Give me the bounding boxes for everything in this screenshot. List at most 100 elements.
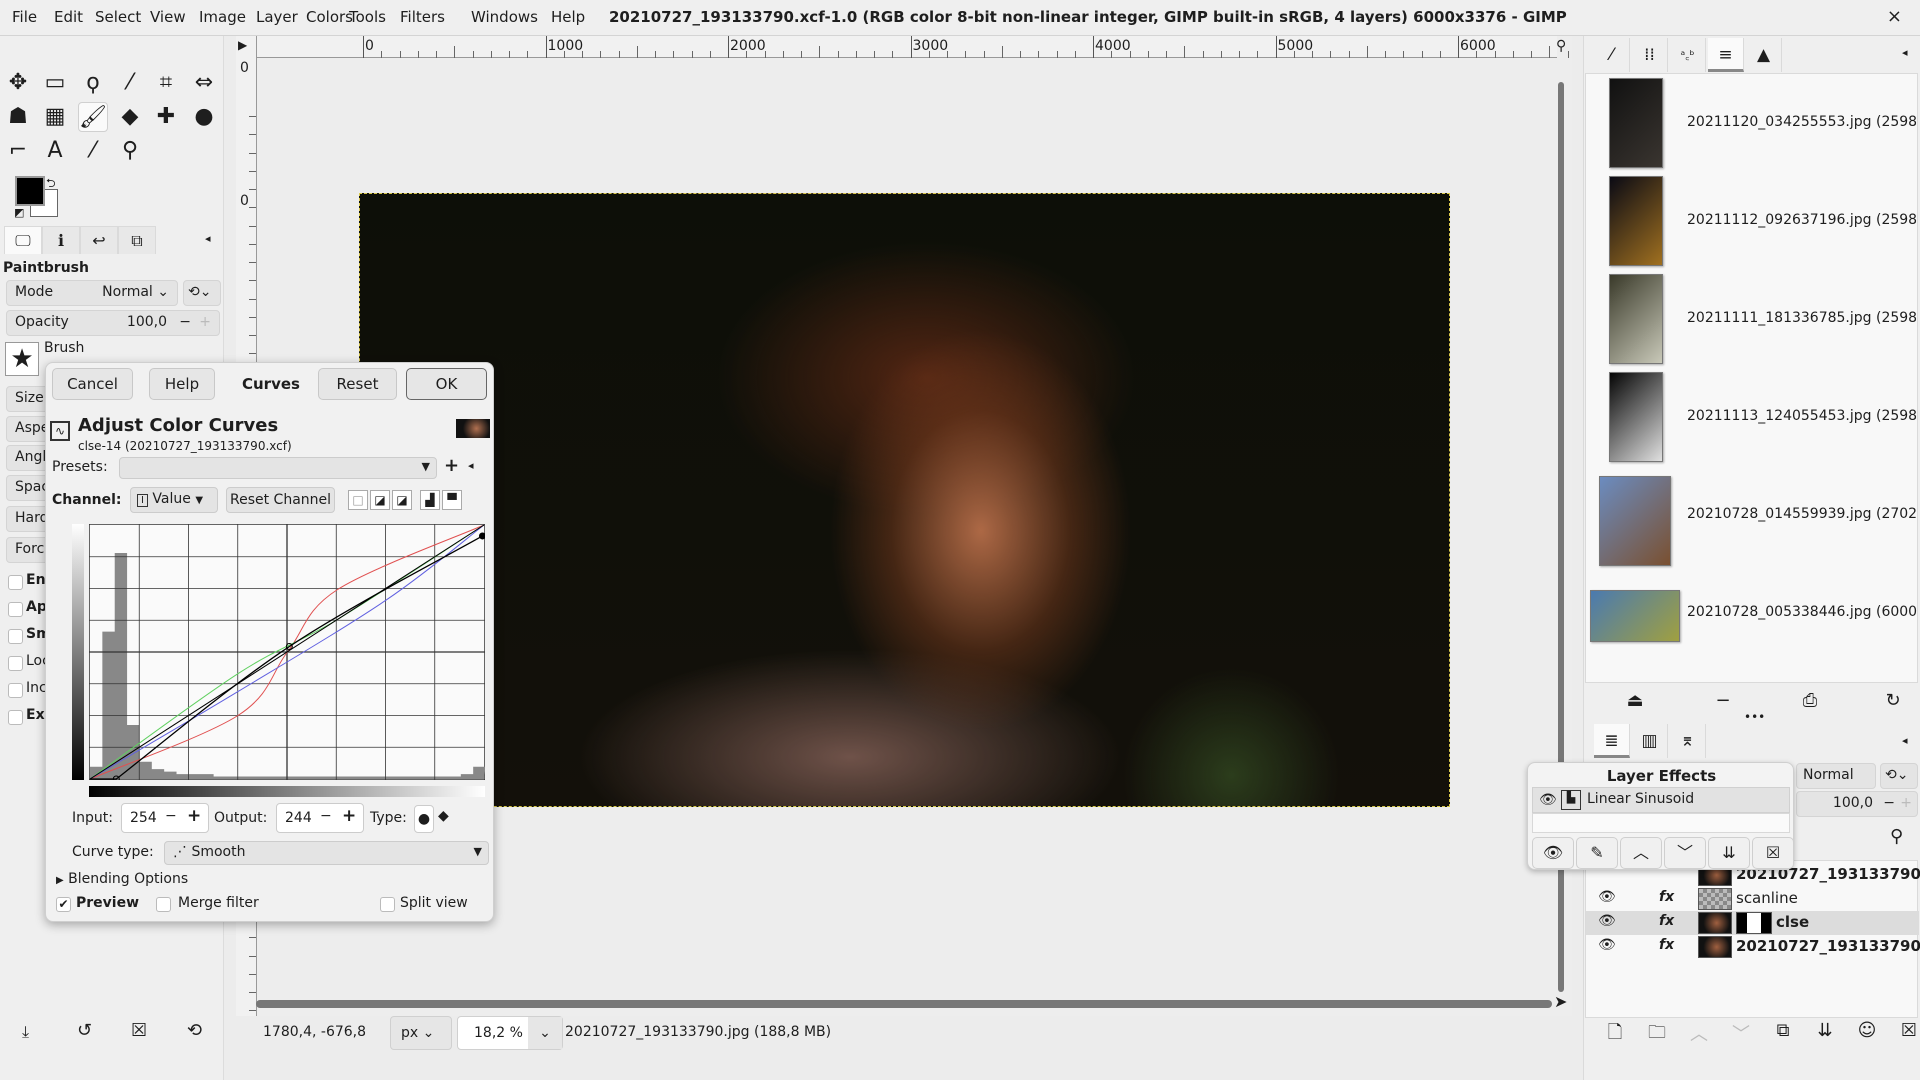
layers-list[interactable]: 20210727_193133790 👁 fx scanline 👁 fx clse 👁 fx 2… <box>1585 860 1920 1018</box>
zoom-input[interactable]: 18,2 % ⌄ <box>457 1016 563 1050</box>
tab-fonts[interactable]: ᵃ꜀ᵇ <box>1670 38 1706 72</box>
add-preset-icon[interactable]: + <box>444 455 459 476</box>
menu-help[interactable]: Help <box>551 8 585 26</box>
tab-paths[interactable]: ⌆ <box>1670 724 1706 758</box>
plus-icon[interactable]: + <box>342 806 356 826</box>
output-spinner[interactable]: 244− + <box>276 803 364 833</box>
unit-select[interactable]: px ⌄ <box>390 1016 452 1050</box>
transform-icon[interactable]: ⇔ <box>189 68 219 98</box>
image-list-item[interactable]: 20211112_092637196.jpg (2598 × 46 <box>1586 172 1917 270</box>
raise-image-icon[interactable]: ⏏ <box>1620 690 1650 711</box>
new-layer-icon[interactable]: 🗋 <box>1600 1020 1630 1050</box>
reset-tool-options-icon[interactable]: ⟲ <box>187 1020 202 1041</box>
blending-options-expander[interactable]: ▶ Blending Options <box>56 871 188 887</box>
new-layer-group-icon[interactable]: 🗀 <box>1642 1020 1672 1050</box>
heal-icon[interactable]: ✚ <box>151 102 181 132</box>
raise-layer-icon[interactable]: ︿ <box>1684 1020 1714 1046</box>
preview-checkbox[interactable]: ✔ <box>56 897 71 912</box>
menu-view[interactable]: View <box>150 8 186 26</box>
menu-layer[interactable]: Layer <box>256 8 298 26</box>
images-list[interactable]: 20211120_034255553.jpg (2598 × 4 20211112… <box>1585 73 1918 683</box>
refresh-icon[interactable]: ↻ <box>1878 690 1908 711</box>
fx-icon[interactable]: fx <box>1659 889 1674 905</box>
plus-icon[interactable]: + <box>187 806 201 826</box>
layer-row[interactable]: 👁 fx clse <box>1586 911 1919 935</box>
layer-opacity-slider[interactable]: 100,0− + <box>1796 791 1918 817</box>
input-spinner[interactable]: 254− + <box>121 803 209 833</box>
panel-menu-icon[interactable]: ◂ <box>1902 734 1908 747</box>
eraser-icon[interactable]: ◆ <box>115 102 145 132</box>
zoom-dropdown-icon[interactable]: ⌄ <box>528 1017 562 1049</box>
option-checkbox[interactable] <box>8 710 23 725</box>
smooth-point-type-button[interactable]: ● <box>414 805 434 833</box>
zoom-image-icon[interactable]: ⚲ <box>1556 38 1566 54</box>
merge-effects-button[interactable]: ⇊ <box>1708 837 1750 869</box>
panel-menu-icon[interactable]: ◂ <box>1902 46 1908 59</box>
delete-layer-icon[interactable]: ☒ <box>1894 1020 1920 1041</box>
new-display-icon[interactable]: − <box>1708 690 1738 711</box>
eye-icon[interactable]: 👁 <box>1598 937 1616 953</box>
minus-icon[interactable]: − <box>179 314 191 330</box>
eye-icon[interactable]: 👁 <box>1539 792 1557 808</box>
menu-tools[interactable]: Tools <box>349 8 386 26</box>
zoom-icon[interactable]: ⚲ <box>115 136 145 166</box>
tab-patterns[interactable]: ⁞⁞ <box>1632 38 1668 72</box>
preset-menu-icon[interactable]: ◂ <box>468 459 474 472</box>
curves-graph[interactable] <box>89 524 485 780</box>
log-histogram-view-icon[interactable]: ▀ <box>442 490 462 510</box>
lower-effect-button[interactable]: ﹀ <box>1664 837 1706 869</box>
menu-filters[interactable]: Filters <box>400 8 445 26</box>
channel-select[interactable]: I Value ▼ <box>130 487 218 513</box>
layer-mode-reset[interactable]: ⟲⌄ <box>1880 763 1918 789</box>
paintbrush-icon[interactable]: 🖌 <box>78 102 108 132</box>
eye-icon[interactable]: 👁 <box>1598 913 1616 929</box>
navigate-icon[interactable]: ➤ <box>1554 992 1567 1011</box>
lasso-icon[interactable]: ϙ <box>78 68 108 98</box>
merge-layer-icon[interactable]: ⇊ <box>1810 1020 1840 1041</box>
merge-filter-checkbox[interactable] <box>156 897 171 912</box>
layer-row[interactable]: 👁 fx 20210727_193133790 <box>1586 935 1920 959</box>
tab-undo-history[interactable]: ↩ <box>80 226 118 254</box>
minus-icon[interactable]: − <box>320 808 332 824</box>
raise-effect-button[interactable]: ︿ <box>1620 837 1662 869</box>
curve-type-select[interactable]: ⋰ Smooth ▼ <box>164 841 489 865</box>
curve-log-icon[interactable]: ◪ <box>392 490 412 510</box>
tab-channels[interactable]: ▥ <box>1632 724 1668 758</box>
menu-image[interactable]: Image <box>199 8 246 26</box>
tab-layers[interactable]: ≣ <box>1594 724 1630 758</box>
paths-icon[interactable]: ⌐ <box>3 136 33 166</box>
ok-button[interactable]: OK <box>406 368 487 400</box>
menu-windows[interactable]: Windows <box>471 8 538 26</box>
default-colors-icon[interactable]: ◩ <box>14 206 24 219</box>
layer-row[interactable]: 👁 fx scanline <box>1586 887 1919 911</box>
edit-effect-button[interactable]: ✎ <box>1576 837 1618 869</box>
delete-image-icon[interactable]: ⎙ <box>1795 690 1825 711</box>
lower-layer-icon[interactable]: ﹀ <box>1726 1020 1756 1046</box>
linear-histogram-icon[interactable]: □ <box>348 490 368 510</box>
minus-icon[interactable]: − <box>165 808 177 824</box>
split-view-checkbox[interactable] <box>380 897 395 912</box>
fx-icon[interactable]: fx <box>1659 937 1674 953</box>
warp-icon[interactable]: ☗ <box>3 102 33 132</box>
linear-histogram-view-icon[interactable]: ▟ <box>420 490 440 510</box>
panel-menu-icon[interactable]: ◂ <box>205 232 211 245</box>
horizontal-scrollbar[interactable] <box>256 1000 1552 1008</box>
option-checkbox[interactable] <box>8 656 23 671</box>
tab-images-list[interactable]: ≡ <box>1708 38 1744 72</box>
reset-channel-button[interactable]: Reset Channel <box>226 487 336 513</box>
color-picker-icon[interactable]: ⁄ <box>78 136 108 166</box>
menu-file[interactable]: File <box>12 8 37 26</box>
opacity-slider[interactable]: Opacity 100,0− + <box>6 310 220 336</box>
tab-device-status[interactable]: ℹ <box>42 226 80 254</box>
presets-combo[interactable]: ▼ <box>119 457 437 479</box>
reset-button[interactable]: Reset <box>318 368 397 400</box>
gradient-icon[interactable]: ▦ <box>40 102 70 132</box>
text-icon[interactable]: A <box>40 136 70 166</box>
option-checkbox[interactable] <box>8 602 23 617</box>
duplicate-layer-icon[interactable]: ⧉ <box>1768 1020 1798 1041</box>
plus-icon[interactable]: + <box>199 314 211 330</box>
menu-edit[interactable]: Edit <box>54 8 83 26</box>
fuzzy-select-icon[interactable]: ⁄ <box>115 68 145 98</box>
dock-separator[interactable]: ••• <box>1744 710 1765 724</box>
menu-colors[interactable]: Colors <box>306 8 353 26</box>
